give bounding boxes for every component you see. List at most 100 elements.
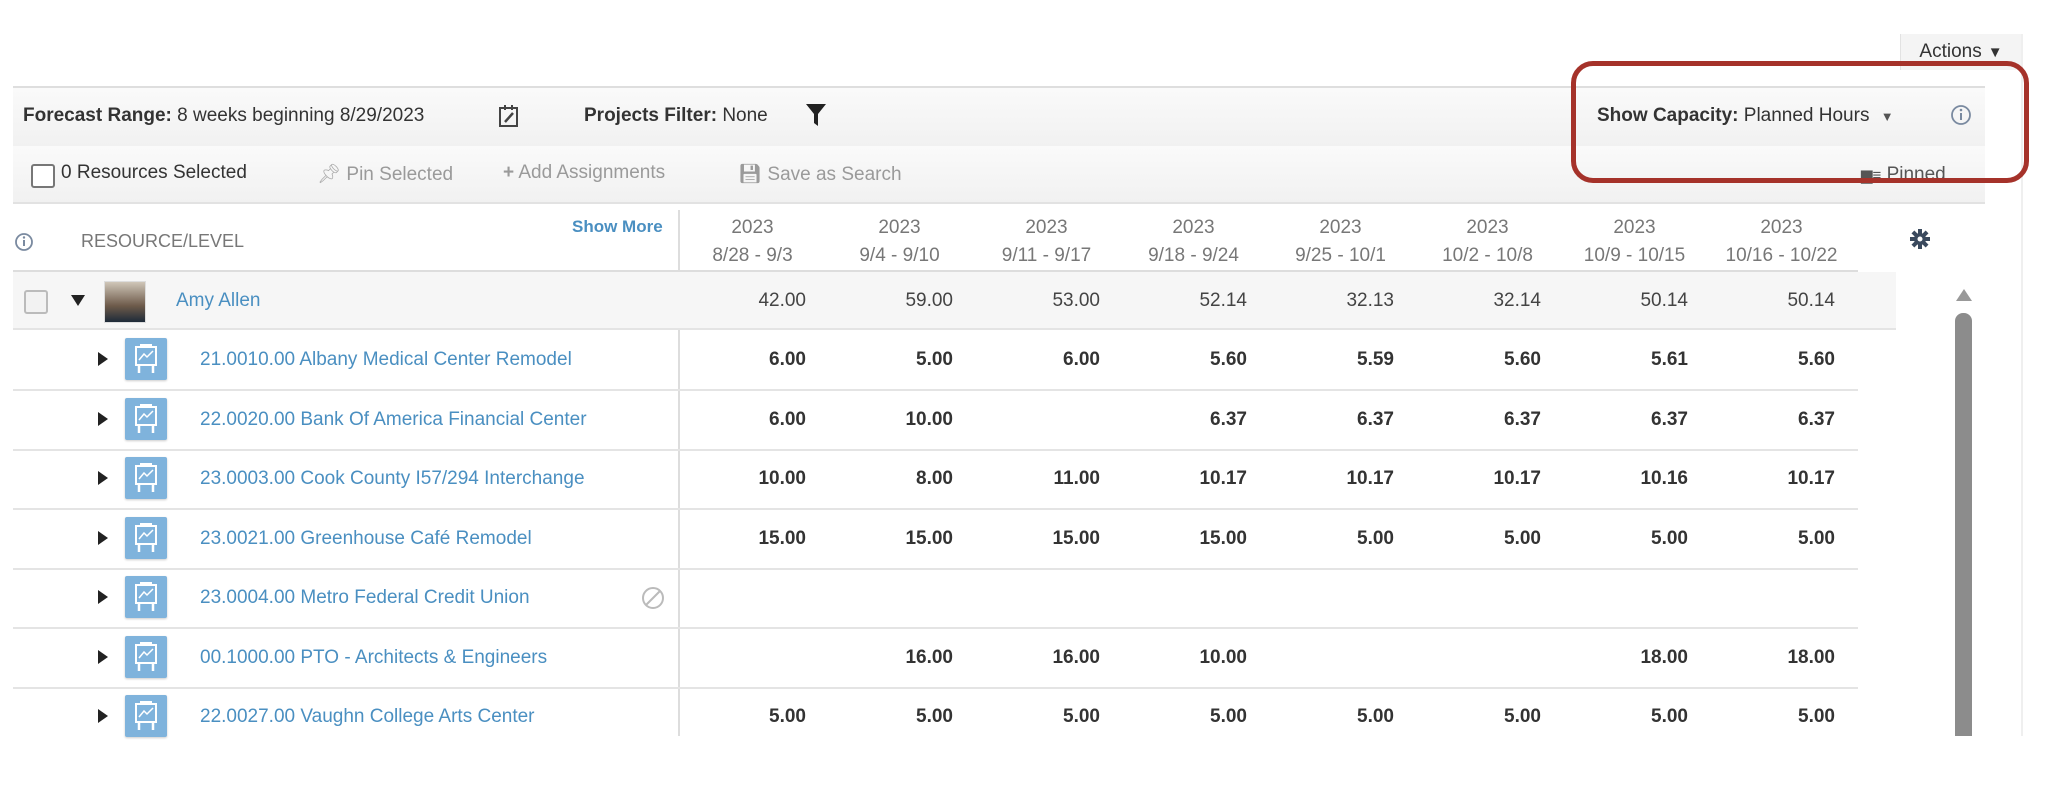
project-name-link[interactable]: 22.0027.00 Vaughn College Arts Center: [200, 706, 535, 728]
forecast-range[interactable]: Forecast Range: 8 weeks beginning 8/29/2…: [23, 105, 424, 127]
project-name-link[interactable]: 23.0003.00 Cook County I57/294 Interchan…: [200, 468, 585, 490]
show-capacity-dropdown[interactable]: Show Capacity: Planned Hours ▼: [1597, 105, 1894, 127]
project-week-hours[interactable]: 10.17: [1414, 468, 1561, 490]
vertical-scrollbar-thumb[interactable]: [1955, 313, 1972, 736]
week-year: 2023: [1613, 217, 1656, 238]
project-week-hours[interactable]: [1414, 587, 1561, 609]
project-week-hours[interactable]: [1414, 647, 1561, 669]
actions-button[interactable]: Actions ▼: [1900, 34, 2021, 70]
project-week-hours[interactable]: 8.00: [826, 468, 973, 490]
project-week-hours[interactable]: 5.00: [973, 706, 1120, 728]
project-name-link[interactable]: 23.0021.00 Greenhouse Café Remodel: [200, 528, 532, 550]
project-week-hours[interactable]: 5.00: [1561, 528, 1708, 550]
project-week-hours[interactable]: 5.60: [1708, 349, 1855, 371]
expand-triangle-icon[interactable]: [98, 412, 108, 426]
project-week-hours[interactable]: 5.60: [1414, 349, 1561, 371]
expand-triangle-icon[interactable]: [98, 650, 108, 664]
project-week-hours[interactable]: 10.00: [679, 468, 826, 490]
save-as-search-button[interactable]: 💾︎ Save as Search: [738, 162, 902, 186]
project-name-link[interactable]: 23.0004.00 Metro Federal Credit Union: [200, 587, 530, 609]
project-week-hours[interactable]: [1267, 587, 1414, 609]
expand-triangle-icon[interactable]: [98, 471, 108, 485]
project-week-hours[interactable]: [1708, 587, 1855, 609]
project-week-hours[interactable]: 6.37: [1414, 409, 1561, 431]
project-week-hours[interactable]: 16.00: [826, 647, 973, 669]
expand-triangle-icon[interactable]: [98, 531, 108, 545]
project-week-hours[interactable]: 5.60: [1120, 349, 1267, 371]
project-name-link[interactable]: 21.0010.00 Albany Medical Center Remodel: [200, 349, 572, 371]
pinned-toggle[interactable]: ▆≡ Pinned: [1861, 164, 1946, 186]
project-week-hours[interactable]: [679, 587, 826, 609]
scroll-up-arrow-icon[interactable]: [1956, 289, 1972, 301]
project-week-hours[interactable]: [826, 587, 973, 609]
collapse-triangle-icon[interactable]: [71, 295, 85, 306]
project-name-link[interactable]: 22.0020.00 Bank Of America Financial Cen…: [200, 409, 587, 431]
project-week-hours[interactable]: 10.17: [1120, 468, 1267, 490]
project-week-hours[interactable]: 10.16: [1561, 468, 1708, 490]
resource-week-total: 53.00: [1052, 290, 1100, 311]
info-icon[interactable]: [14, 232, 34, 252]
edit-calendar-icon[interactable]: [498, 104, 520, 128]
expand-triangle-icon[interactable]: [98, 709, 108, 723]
project-week-hours[interactable]: 11.00: [973, 468, 1120, 490]
project-week-hours[interactable]: 5.00: [1708, 706, 1855, 728]
project-week-hours[interactable]: [973, 587, 1120, 609]
project-week-hours[interactable]: 6.37: [1708, 409, 1855, 431]
project-week-hours[interactable]: [1267, 647, 1414, 669]
project-week-hours[interactable]: 15.00: [679, 528, 826, 550]
project-name-link[interactable]: 00.1000.00 PTO - Architects & Engineers: [200, 647, 547, 669]
project-week-hours[interactable]: [1561, 587, 1708, 609]
project-week-hours[interactable]: 10.17: [1267, 468, 1414, 490]
actions-label: Actions: [1919, 41, 1982, 62]
project-week-hours[interactable]: 6.00: [679, 349, 826, 371]
project-week-hours[interactable]: 5.00: [1414, 528, 1561, 550]
info-icon[interactable]: [1950, 104, 1972, 126]
project-week-hours[interactable]: 15.00: [826, 528, 973, 550]
project-week-hours[interactable]: 15.00: [973, 528, 1120, 550]
project-week-hours[interactable]: 5.00: [1267, 706, 1414, 728]
project-week-hours[interactable]: 5.00: [1414, 706, 1561, 728]
show-more-link[interactable]: Show More: [572, 217, 663, 237]
projects-filter[interactable]: Projects Filter: None: [584, 105, 768, 127]
project-week-hours[interactable]: 6.00: [679, 409, 826, 431]
project-week-hours[interactable]: 16.00: [973, 647, 1120, 669]
week-column-header: 2023 9/25 - 10/1: [1267, 214, 1414, 270]
project-week-hours[interactable]: 6.37: [1120, 409, 1267, 431]
project-week-hours[interactable]: 10.00: [1120, 647, 1267, 669]
project-week-hours[interactable]: 15.00: [1120, 528, 1267, 550]
project-week-hours[interactable]: 6.00: [973, 349, 1120, 371]
pin-selected-button[interactable]: 📌︎ Pin Selected: [317, 162, 453, 186]
project-week-hours[interactable]: 5.00: [679, 706, 826, 728]
expand-triangle-icon[interactable]: [98, 352, 108, 366]
project-week-hours[interactable]: 5.00: [1561, 706, 1708, 728]
resource-week-total: 50.14: [1640, 290, 1688, 311]
settings-gear-icon[interactable]: [1909, 228, 1931, 250]
project-week-hours[interactable]: 5.00: [1708, 528, 1855, 550]
project-week-hours[interactable]: 10.17: [1708, 468, 1855, 490]
project-week-hours[interactable]: 10.00: [826, 409, 973, 431]
project-week-hours[interactable]: 5.59: [1267, 349, 1414, 371]
expand-triangle-icon[interactable]: [98, 590, 108, 604]
project-week-hours[interactable]: 6.37: [1267, 409, 1414, 431]
project-week-hours[interactable]: [679, 647, 826, 669]
resource-checkbox[interactable]: [24, 290, 48, 314]
project-week-hours[interactable]: 5.00: [1267, 528, 1414, 550]
project-week-hours[interactable]: 18.00: [1561, 647, 1708, 669]
project-week-hours[interactable]: [1120, 587, 1267, 609]
project-week-hours[interactable]: [973, 409, 1120, 431]
week-column-header: 2023 8/28 - 9/3: [679, 214, 826, 270]
select-all-checkbox[interactable]: [31, 164, 55, 188]
project-week-hours[interactable]: 5.61: [1561, 349, 1708, 371]
add-assignments-button[interactable]: + Add Assignments: [503, 162, 665, 184]
project-week-hours[interactable]: 6.37: [1561, 409, 1708, 431]
project-week-hours[interactable]: 5.00: [826, 706, 973, 728]
filter-icon[interactable]: [805, 102, 827, 128]
week-column-header: 2023 9/4 - 9/10: [826, 214, 973, 270]
project-week-hours[interactable]: 5.00: [1120, 706, 1267, 728]
project-week-hours[interactable]: 5.00: [826, 349, 973, 371]
resource-name-link[interactable]: Amy Allen: [176, 290, 260, 312]
week-column-header: 2023 9/18 - 9/24: [1120, 214, 1267, 270]
blocked-icon: [642, 587, 664, 609]
week-year: 2023: [1466, 217, 1509, 238]
project-week-hours[interactable]: 18.00: [1708, 647, 1855, 669]
